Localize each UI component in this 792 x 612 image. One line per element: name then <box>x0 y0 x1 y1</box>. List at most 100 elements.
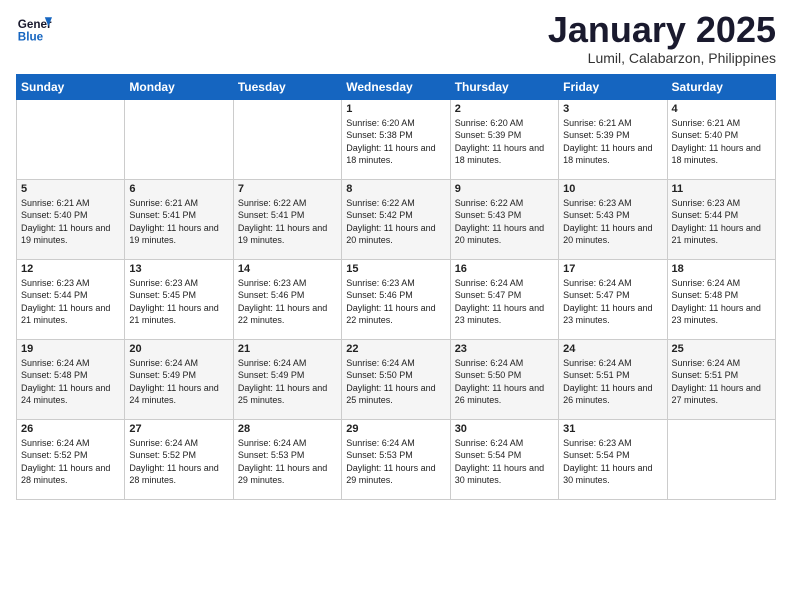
calendar-cell: 13 Sunrise: 6:23 AM Sunset: 5:45 PM Dayli… <box>125 259 233 339</box>
day-number: 16 <box>455 263 554 275</box>
week-row-1: 1 Sunrise: 6:20 AM Sunset: 5:38 PM Daylig… <box>17 99 776 179</box>
calendar-table: Sunday Monday Tuesday Wednesday Thursday… <box>16 74 776 500</box>
day-info: Sunrise: 6:24 AM Sunset: 5:48 PM Dayligh… <box>672 277 771 327</box>
day-info: Sunrise: 6:24 AM Sunset: 5:50 PM Dayligh… <box>346 357 445 407</box>
calendar-cell: 16Sunrise: 6:24 AM Sunset: 5:47 PM Dayli… <box>450 259 558 339</box>
header-thursday: Thursday <box>450 74 558 99</box>
title-block: January 2025 Lumil, Calabarzon, Philippi… <box>548 10 776 66</box>
day-number: 26 <box>21 423 120 435</box>
day-number: 6 <box>129 183 228 195</box>
day-number: 22 <box>346 343 445 355</box>
calendar-cell: 11Sunrise: 6:23 AM Sunset: 5:44 PM Dayli… <box>667 179 775 259</box>
day-info: Sunrise: 6:24 AM Sunset: 5:53 PM Dayligh… <box>346 437 445 487</box>
calendar-cell: 30 Sunrise: 6:24 AM Sunset: 5:54 PM Dayli… <box>450 419 558 499</box>
day-number: 24 <box>563 343 662 355</box>
day-info: Sunrise: 6:23 AM Sunset: 5:46 PM Dayligh… <box>346 277 445 327</box>
day-number: 8 <box>346 183 445 195</box>
day-info: Sunrise: 6:24 AM Sunset: 5:48 PM Dayligh… <box>21 357 120 407</box>
day-number: 4 <box>672 103 771 115</box>
calendar-cell <box>125 99 233 179</box>
day-number: 13 <box>129 263 228 275</box>
day-info: Sunrise: 6:20 AM Sunset: 5:38 PM Dayligh… <box>346 117 445 167</box>
day-number: 30 <box>455 423 554 435</box>
week-row-4: 19 Sunrise: 6:24 AM Sunset: 5:48 PM Dayli… <box>17 339 776 419</box>
calendar-cell: 26 Sunrise: 6:24 AM Sunset: 5:52 PM Dayli… <box>17 419 125 499</box>
day-info: Sunrise: 6:24 AM Sunset: 5:52 PM Dayligh… <box>21 437 120 487</box>
calendar-cell <box>667 419 775 499</box>
day-number: 11 <box>672 183 771 195</box>
calendar-cell: 19 Sunrise: 6:24 AM Sunset: 5:48 PM Dayli… <box>17 339 125 419</box>
day-info: Sunrise: 6:23 AM Sunset: 5:54 PM Dayligh… <box>563 437 662 487</box>
day-info: Sunrise: 6:24 AM Sunset: 5:50 PM Dayligh… <box>455 357 554 407</box>
week-row-3: 12Sunrise: 6:23 AM Sunset: 5:44 PM Dayli… <box>17 259 776 339</box>
calendar-cell: 14 Sunrise: 6:23 AM Sunset: 5:46 PM Dayli… <box>233 259 341 339</box>
day-info: Sunrise: 6:24 AM Sunset: 5:51 PM Dayligh… <box>563 357 662 407</box>
day-info: Sunrise: 6:23 AM Sunset: 5:45 PM Dayligh… <box>129 277 228 327</box>
day-info: Sunrise: 6:21 AM Sunset: 5:41 PM Dayligh… <box>129 197 228 247</box>
logo-icon: General Blue <box>16 10 52 46</box>
day-info: Sunrise: 6:21 AM Sunset: 5:39 PM Dayligh… <box>563 117 662 167</box>
day-info: Sunrise: 6:24 AM Sunset: 5:54 PM Dayligh… <box>455 437 554 487</box>
day-info: Sunrise: 6:24 AM Sunset: 5:53 PM Dayligh… <box>238 437 337 487</box>
calendar-cell: 15 Sunrise: 6:23 AM Sunset: 5:46 PM Dayli… <box>342 259 450 339</box>
day-number: 27 <box>129 423 228 435</box>
location: Lumil, Calabarzon, Philippines <box>548 50 776 66</box>
day-number: 3 <box>563 103 662 115</box>
calendar-cell: 7Sunrise: 6:22 AM Sunset: 5:41 PM Daylig… <box>233 179 341 259</box>
day-number: 1 <box>346 103 445 115</box>
day-number: 31 <box>563 423 662 435</box>
day-number: 9 <box>455 183 554 195</box>
calendar-cell: 22 Sunrise: 6:24 AM Sunset: 5:50 PM Dayli… <box>342 339 450 419</box>
calendar-cell: 8 Sunrise: 6:22 AM Sunset: 5:42 PM Daylig… <box>342 179 450 259</box>
calendar-cell: 6 Sunrise: 6:21 AM Sunset: 5:41 PM Daylig… <box>125 179 233 259</box>
weekday-header-row: Sunday Monday Tuesday Wednesday Thursday… <box>17 74 776 99</box>
header-monday: Monday <box>125 74 233 99</box>
day-number: 25 <box>672 343 771 355</box>
day-number: 14 <box>238 263 337 275</box>
day-info: Sunrise: 6:24 AM Sunset: 5:49 PM Dayligh… <box>238 357 337 407</box>
day-info: Sunrise: 6:22 AM Sunset: 5:42 PM Dayligh… <box>346 197 445 247</box>
calendar-cell: 23Sunrise: 6:24 AM Sunset: 5:50 PM Dayli… <box>450 339 558 419</box>
calendar-cell: 21Sunrise: 6:24 AM Sunset: 5:49 PM Dayli… <box>233 339 341 419</box>
day-info: Sunrise: 6:21 AM Sunset: 5:40 PM Dayligh… <box>21 197 120 247</box>
day-info: Sunrise: 6:23 AM Sunset: 5:43 PM Dayligh… <box>563 197 662 247</box>
day-number: 10 <box>563 183 662 195</box>
day-number: 15 <box>346 263 445 275</box>
day-number: 28 <box>238 423 337 435</box>
calendar-cell: 31 Sunrise: 6:23 AM Sunset: 5:54 PM Dayli… <box>559 419 667 499</box>
calendar-cell: 27 Sunrise: 6:24 AM Sunset: 5:52 PM Dayli… <box>125 419 233 499</box>
header-sunday: Sunday <box>17 74 125 99</box>
logo: General Blue <box>16 10 52 46</box>
calendar-cell: 4 Sunrise: 6:21 AM Sunset: 5:40 PM Daylig… <box>667 99 775 179</box>
svg-text:Blue: Blue <box>18 31 44 44</box>
day-info: Sunrise: 6:20 AM Sunset: 5:39 PM Dayligh… <box>455 117 554 167</box>
calendar-cell: 18Sunrise: 6:24 AM Sunset: 5:48 PM Dayli… <box>667 259 775 339</box>
header-tuesday: Tuesday <box>233 74 341 99</box>
header-saturday: Saturday <box>667 74 775 99</box>
calendar-cell: 24 Sunrise: 6:24 AM Sunset: 5:51 PM Dayli… <box>559 339 667 419</box>
calendar-page: General Blue January 2025 Lumil, Calabar… <box>0 0 792 612</box>
calendar-cell: 10 Sunrise: 6:23 AM Sunset: 5:43 PM Dayli… <box>559 179 667 259</box>
calendar-cell: 1 Sunrise: 6:20 AM Sunset: 5:38 PM Daylig… <box>342 99 450 179</box>
calendar-cell: 17Sunrise: 6:24 AM Sunset: 5:47 PM Dayli… <box>559 259 667 339</box>
header-wednesday: Wednesday <box>342 74 450 99</box>
day-info: Sunrise: 6:21 AM Sunset: 5:40 PM Dayligh… <box>672 117 771 167</box>
calendar-cell: 2 Sunrise: 6:20 AM Sunset: 5:39 PM Daylig… <box>450 99 558 179</box>
day-number: 17 <box>563 263 662 275</box>
day-info: Sunrise: 6:24 AM Sunset: 5:51 PM Dayligh… <box>672 357 771 407</box>
day-number: 12 <box>21 263 120 275</box>
day-number: 29 <box>346 423 445 435</box>
day-number: 2 <box>455 103 554 115</box>
day-info: Sunrise: 6:22 AM Sunset: 5:41 PM Dayligh… <box>238 197 337 247</box>
day-info: Sunrise: 6:22 AM Sunset: 5:43 PM Dayligh… <box>455 197 554 247</box>
header: General Blue January 2025 Lumil, Calabar… <box>16 10 776 66</box>
calendar-cell: 20Sunrise: 6:24 AM Sunset: 5:49 PM Dayli… <box>125 339 233 419</box>
day-info: Sunrise: 6:24 AM Sunset: 5:52 PM Dayligh… <box>129 437 228 487</box>
day-number: 5 <box>21 183 120 195</box>
header-friday: Friday <box>559 74 667 99</box>
day-info: Sunrise: 6:23 AM Sunset: 5:46 PM Dayligh… <box>238 277 337 327</box>
month-title: January 2025 <box>548 10 776 50</box>
day-number: 19 <box>21 343 120 355</box>
calendar-cell: 25 Sunrise: 6:24 AM Sunset: 5:51 PM Dayli… <box>667 339 775 419</box>
calendar-cell: 28 Sunrise: 6:24 AM Sunset: 5:53 PM Dayli… <box>233 419 341 499</box>
